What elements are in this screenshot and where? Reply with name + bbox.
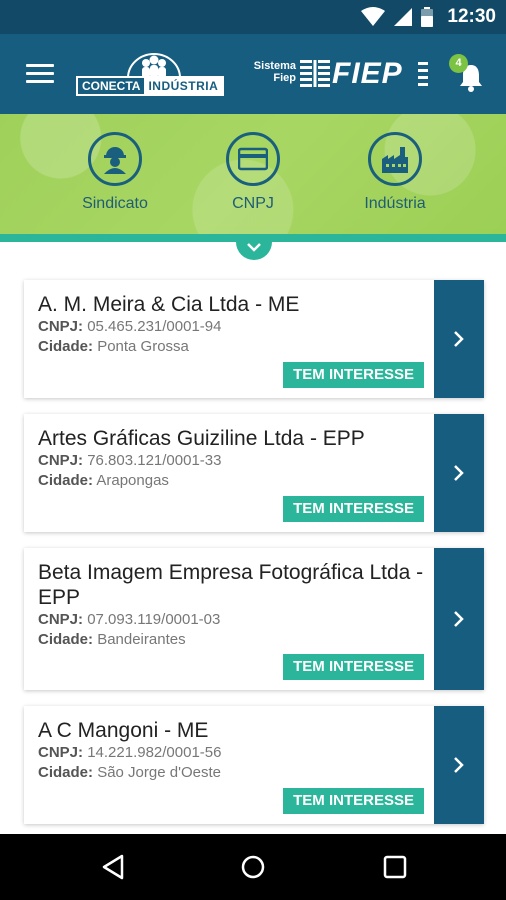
tem-interesse-button[interactable]: TEM INTERESSE — [283, 788, 424, 814]
worker-helmet-icon — [104, 147, 126, 174]
shortcut-cnpj[interactable]: CNPJ — [188, 132, 318, 213]
collapse-toggle[interactable] — [236, 234, 272, 260]
status-icons: 12:30 — [361, 0, 496, 34]
shortcut-label: Sindicato — [82, 195, 148, 212]
factory-icon — [382, 147, 408, 173]
people-arc-icon — [127, 53, 181, 78]
fiep-bars-icon — [418, 62, 428, 86]
status-time: 12:30 — [447, 6, 496, 27]
card-open-button[interactable] — [434, 548, 484, 690]
signal-icon — [394, 8, 413, 26]
company-card[interactable]: Artes Gráficas Guiziline Ltda - EPP CNPJ… — [24, 414, 484, 532]
company-cnpj: CNPJ: 05.465.231/0001-94 — [38, 318, 222, 335]
company-card[interactable]: Beta Imagem Empresa Fotográfica Ltda - E… — [24, 548, 484, 690]
shortcut-banner: Sindicato CNPJ Indústria — [0, 114, 506, 234]
company-card[interactable]: A. M. Meira & Cia Ltda - ME CNPJ: 05.465… — [24, 280, 484, 398]
card-open-button[interactable] — [434, 706, 484, 824]
company-name: Artes Gráficas Guiziline Ltda - EPP — [38, 427, 365, 450]
company-card[interactable]: A C Mangoni - ME CNPJ: 14.221.982/0001-5… — [24, 706, 484, 824]
tem-interesse-button[interactable]: TEM INTERESSE — [283, 654, 424, 680]
chevron-right-icon — [454, 757, 464, 773]
app-bar: CONECTA INDÚSTRIA Sistema Fiep FIEP — [0, 34, 506, 114]
sistema-fiep-logo: Sistema Fiep FIEP — [246, 56, 432, 92]
hamburger-menu-icon[interactable] — [26, 64, 54, 84]
company-name: Beta Imagem Empresa Fotográfica Ltda - E… — [38, 561, 424, 609]
system-navigation-bar — [0, 834, 506, 900]
fiep-emblem-icon — [300, 58, 330, 88]
home-icon[interactable] — [238, 852, 268, 882]
company-city: Cidade: São Jorge d'Oeste — [38, 764, 221, 781]
shortcut-sindicato[interactable]: Sindicato — [50, 132, 180, 213]
logo-sistema-text: Sistema Fiep — [253, 60, 296, 84]
shortcut-label: Indústria — [364, 195, 426, 212]
company-cnpj: CNPJ: 14.221.982/0001-56 — [38, 744, 222, 761]
card-open-button[interactable] — [434, 280, 484, 398]
company-name: A C Mangoni - ME — [38, 719, 209, 742]
notification-badge: 4 — [449, 54, 468, 73]
shortcut-industria[interactable]: Indústria — [330, 132, 460, 213]
chevron-right-icon — [454, 465, 464, 481]
company-city: Cidade: Ponta Grossa — [38, 338, 189, 355]
recents-icon[interactable] — [380, 852, 410, 882]
tem-interesse-button[interactable]: TEM INTERESSE — [283, 362, 424, 388]
company-city: Cidade: Arapongas — [38, 472, 169, 489]
company-city: Cidade: Bandeirantes — [38, 631, 186, 648]
tem-interesse-button[interactable]: TEM INTERESSE — [283, 496, 424, 522]
chevron-right-icon — [454, 331, 464, 347]
company-cnpj: CNPJ: 76.803.121/0001-33 — [38, 452, 222, 469]
logo-industria-text: INDÚSTRIA — [144, 78, 223, 94]
battery-icon — [421, 7, 434, 27]
wifi-icon — [361, 7, 386, 26]
conecta-industria-logo: CONECTA INDÚSTRIA — [76, 50, 230, 96]
logo-conecta-text: CONECTA — [82, 79, 141, 93]
card-open-button[interactable] — [434, 414, 484, 532]
status-bar: 12:30 — [0, 0, 506, 34]
logo-fiep-text: FIEP — [332, 57, 403, 90]
company-cnpj: CNPJ: 07.093.119/0001-03 — [38, 611, 221, 628]
company-name: A. M. Meira & Cia Ltda - ME — [38, 293, 300, 316]
back-icon[interactable] — [98, 852, 128, 882]
card-icon — [238, 147, 268, 171]
chevron-down-icon — [247, 243, 261, 252]
chevron-right-icon — [454, 611, 464, 627]
shortcut-label: CNPJ — [232, 195, 274, 212]
